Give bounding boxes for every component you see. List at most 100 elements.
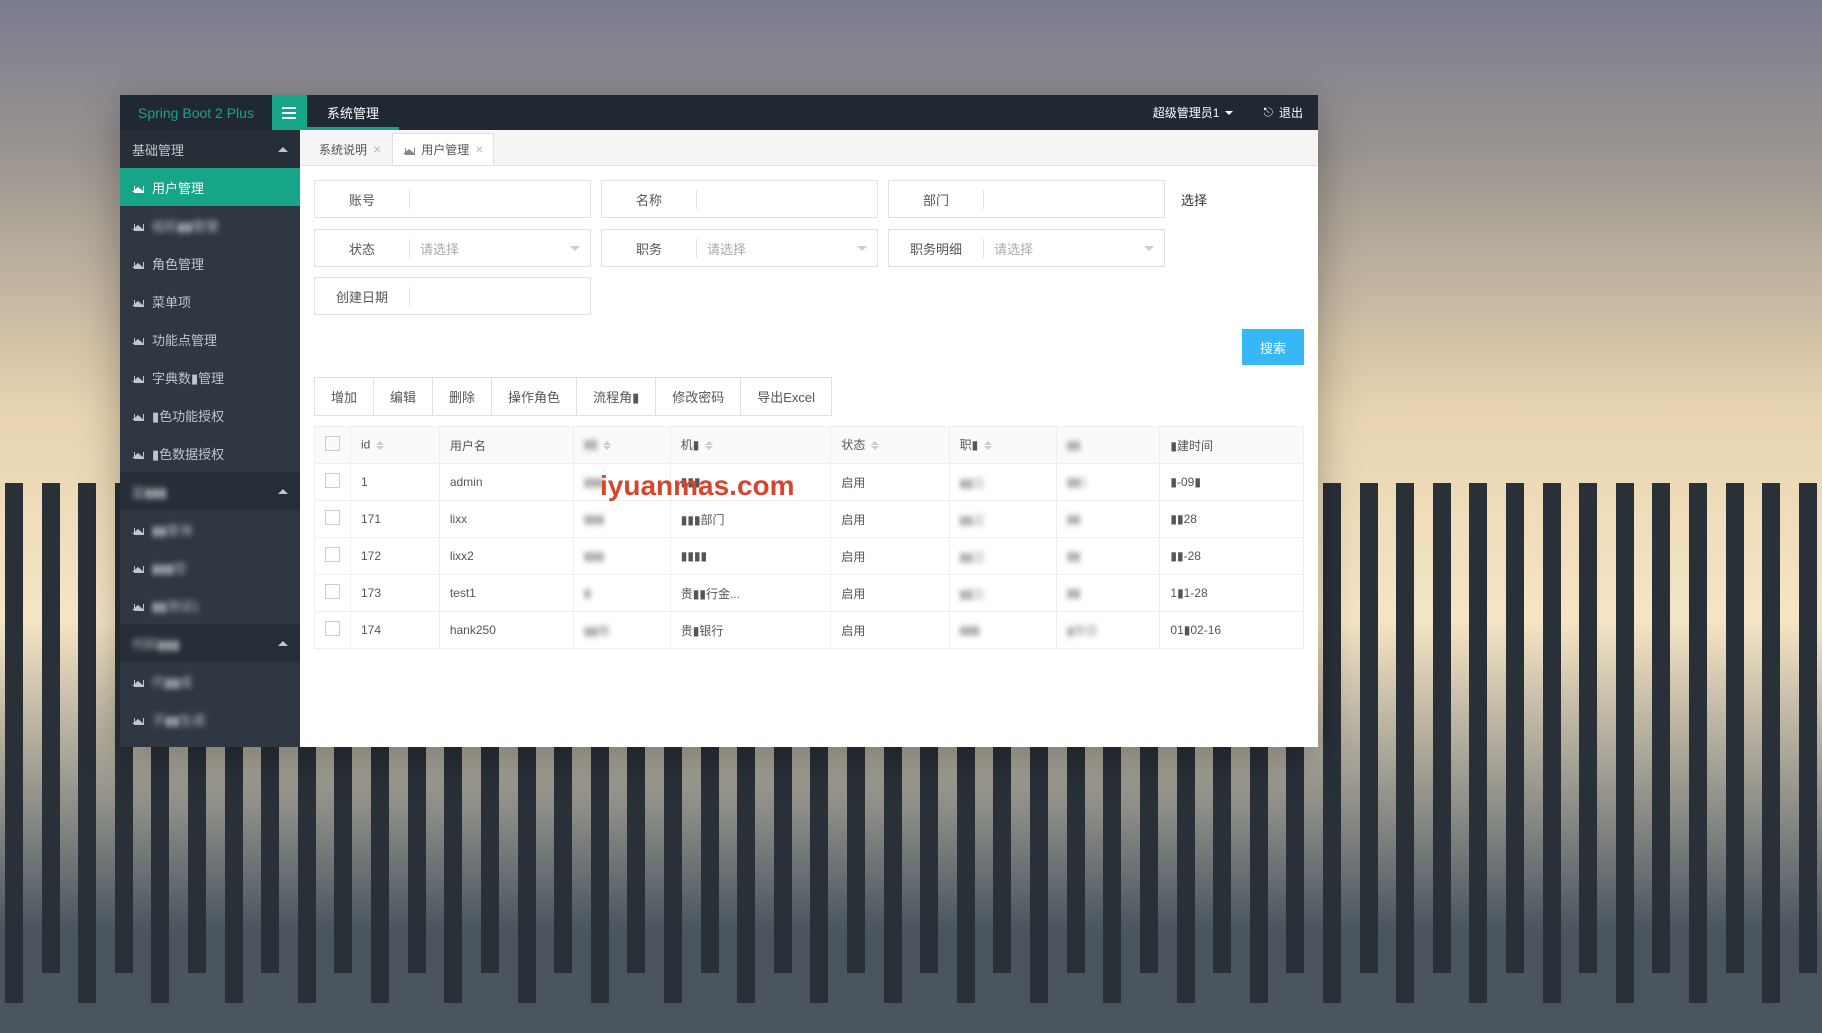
table-row[interactable]: 171lixx▮▮▮▮▮▮部门启用▮▮立▮▮▮▮28 <box>315 501 1304 538</box>
name-input[interactable] <box>697 181 877 217</box>
sidebar-item-label: ▮▮测试1 <box>152 596 200 615</box>
sort-icon <box>603 437 611 454</box>
sidebar-item-user-mgmt[interactable]: 用户管理 <box>120 168 300 206</box>
sidebar-item-org-mgmt[interactable]: 组机▮▮管理 <box>120 206 300 244</box>
sidebar: 基础管理 用户管理 组机▮▮管理 角色管理 菜单项 功能点管理 字典数▮管理 ▮… <box>120 130 300 747</box>
position-select[interactable]: 请选择 <box>697 230 877 266</box>
cell-username: test1 <box>439 575 573 612</box>
tab-system-desc[interactable]: 系统说明 × <box>308 133 392 165</box>
process-button[interactable]: 流程角▮ <box>576 377 656 416</box>
nav-label: 系统管理 <box>327 103 379 122</box>
dept-input[interactable] <box>984 181 1164 217</box>
filter-position: 职务 请选择 <box>601 229 878 267</box>
sidebar-item-label: ▮▮查询 <box>152 520 192 539</box>
cell-id: 173 <box>351 575 440 612</box>
sidebar-item-role-data-auth[interactable]: ▮色数据授权 <box>120 434 300 472</box>
select-all-checkbox[interactable] <box>325 436 340 451</box>
logout-icon: ⎋ <box>1263 105 1273 120</box>
close-icon[interactable]: × <box>475 141 483 157</box>
row-checkbox[interactable] <box>325 584 340 599</box>
cell-time: ▮-09▮ <box>1160 464 1304 501</box>
sidebar-item-label: ▮色功能授权 <box>152 406 224 425</box>
col-org[interactable]: 机▮ <box>670 427 831 464</box>
row-checkbox[interactable] <box>325 621 340 636</box>
sidebar-item-role-func-auth[interactable]: ▮色功能授权 <box>120 396 300 434</box>
home-icon <box>132 447 144 459</box>
filters: 账号 名称 部门 选择 状态 请选择 <box>314 180 1304 315</box>
sidebar-group-code[interactable]: 代码▮▮▮ <box>120 624 300 662</box>
change-pwd-button[interactable]: 修改密码 <box>655 377 741 416</box>
col-username[interactable]: 用户名 <box>439 427 573 464</box>
op-role-button[interactable]: 操作角色 <box>491 377 577 416</box>
table-row[interactable]: 173test1▮贵▮▮行金...启用▮▮立▮▮1▮1-28 <box>315 575 1304 612</box>
sidebar-group-basic[interactable]: 基础管理 <box>120 130 300 168</box>
cell-status: 启用 <box>831 575 949 612</box>
row-checkbox[interactable] <box>325 473 340 488</box>
cell-c7: ▮序员 <box>1057 612 1160 649</box>
account-input[interactable] <box>410 181 590 217</box>
sidebar-item-dict-mgmt[interactable]: 字典数▮管理 <box>120 358 300 396</box>
chevron-down-icon <box>1225 111 1233 119</box>
cell-username: lixx2 <box>439 538 573 575</box>
row-checkbox[interactable] <box>325 510 340 525</box>
filter-status: 状态 请选择 <box>314 229 591 267</box>
filter-account: 账号 <box>314 180 591 218</box>
select-placeholder: 请选择 <box>707 239 746 258</box>
sidebar-group-label: 基础管理 <box>132 140 184 159</box>
edit-button[interactable]: 编辑 <box>373 377 433 416</box>
col-pos[interactable]: 职▮ <box>949 427 1056 464</box>
field-label: 职务 <box>602 239 697 258</box>
tab-user-mgmt[interactable]: 用户管理 × <box>392 133 494 165</box>
export-button[interactable]: 导出Excel <box>740 377 832 416</box>
table-row[interactable]: 1admin▮▮▮▮▮▮启用▮▮立▮▮1▮-09▮ <box>315 464 1304 501</box>
sidebar-item-test1[interactable]: ▮▮测试1 <box>120 586 300 624</box>
sidebar-group-monitor[interactable]: 监▮▮▮ <box>120 472 300 510</box>
sidebar-item-role-mgmt[interactable]: 角色管理 <box>120 244 300 282</box>
chevron-down-icon <box>1144 246 1154 256</box>
sidebar-item-monitor[interactable]: ▮▮▮控 <box>120 548 300 586</box>
sidebar-item-label: ▮色数据授权 <box>152 444 224 463</box>
home-icon <box>132 561 144 573</box>
table-row[interactable]: 174hank250▮▮辑贵▮银行启用▮▮▮▮序员01▮02-16 <box>315 612 1304 649</box>
logout-button[interactable]: ⎋ 退出 <box>1248 104 1318 121</box>
row-checkbox[interactable] <box>325 547 340 562</box>
user-menu[interactable]: 超级管理员1 <box>1138 104 1249 121</box>
tabstrip: 系统说明 × 用户管理 × <box>300 130 1318 166</box>
home-icon <box>132 713 144 725</box>
home-icon <box>132 257 144 269</box>
cell-org: 贵▮银行 <box>670 612 831 649</box>
field-label: 状态 <box>315 239 410 258</box>
cell-c7: ▮▮ <box>1057 538 1160 575</box>
delete-button[interactable]: 删除 <box>432 377 492 416</box>
home-icon <box>132 181 144 193</box>
cell-time: 1▮1-28 <box>1160 575 1304 612</box>
col-create-time[interactable]: ▮建时间 <box>1160 427 1304 464</box>
cell-org: ▮▮▮▮ <box>670 538 831 575</box>
close-icon[interactable]: × <box>373 141 381 157</box>
col-status[interactable]: 状态 <box>831 427 949 464</box>
cell-status: 启用 <box>831 612 949 649</box>
sidebar-item-codegen[interactable]: 代▮▮成 <box>120 662 300 700</box>
home-icon <box>132 295 144 307</box>
table-row[interactable]: 172lixx2▮▮▮▮▮▮▮启用▮▮立▮▮▮▮-28 <box>315 538 1304 575</box>
search-button[interactable]: 搜索 <box>1242 329 1304 365</box>
sidebar-item-func-mgmt[interactable]: 功能点管理 <box>120 320 300 358</box>
sidebar-item-label: 组机▮▮管理 <box>152 216 218 235</box>
cell-status: 启用 <box>831 501 949 538</box>
position-detail-select[interactable]: 请选择 <box>984 230 1164 266</box>
nav-system-mgmt[interactable]: 系统管理 <box>307 95 399 130</box>
create-date-input[interactable] <box>410 278 590 314</box>
col-7[interactable]: ▮▮ <box>1057 427 1160 464</box>
sidebar-toggle-button[interactable] <box>272 95 307 130</box>
add-button[interactable]: 增加 <box>314 377 374 416</box>
col-id[interactable]: id <box>351 427 440 464</box>
sidebar-item-subgen[interactable]: 子▮▮生成 <box>120 700 300 738</box>
field-label: 职务明细 <box>889 239 984 258</box>
sidebar-item-query[interactable]: ▮▮查询 <box>120 510 300 548</box>
sidebar-item-menu[interactable]: 菜单项 <box>120 282 300 320</box>
cell-pos: ▮▮立 <box>949 538 1056 575</box>
col-3[interactable]: ▮▮ <box>574 427 671 464</box>
home-icon <box>132 523 144 535</box>
status-select[interactable]: 请选择 <box>410 230 590 266</box>
choose-link[interactable]: 选择 <box>1175 180 1213 219</box>
